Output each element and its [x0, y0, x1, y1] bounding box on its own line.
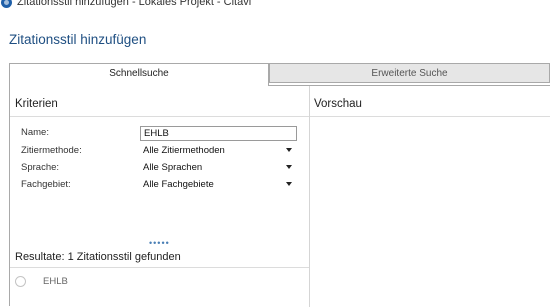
chevron-down-icon [286, 165, 292, 169]
preview-divider [310, 116, 550, 117]
name-input[interactable] [140, 126, 297, 141]
splitter-handle[interactable]: ••••• [149, 238, 170, 248]
criteria-heading: Kriterien [15, 98, 58, 110]
chevron-down-icon [286, 182, 292, 186]
name-label: Name: [21, 127, 49, 138]
result-label: EHLB [43, 275, 68, 287]
preview-heading: Vorschau [314, 98, 362, 110]
language-select-value: Alle Sprachen [143, 162, 203, 173]
field-select-value: Alle Fachgebiete [143, 179, 214, 190]
language-select[interactable]: Alle Sprachen [140, 160, 297, 175]
chevron-down-icon [286, 148, 292, 152]
field-label: Fachgebiet: [21, 179, 71, 190]
window-title: Zitationsstil hinzufügen - Lokales Proje… [17, 0, 252, 8]
search-tabs: Schnellsuche Erweiterte Suche [9, 63, 550, 86]
result-radio[interactable] [15, 275, 26, 287]
results-divider [10, 267, 309, 268]
method-label: Zitiermethode: [21, 145, 82, 156]
tab-panel: Kriterien Name: Zitiermethode: Alle Ziti… [9, 85, 550, 307]
tab-erweiterte-suche[interactable]: Erweiterte Suche [269, 63, 550, 83]
tab-schnellsuche[interactable]: Schnellsuche [9, 63, 269, 86]
results-heading: Resultate: 1 Zitationsstil gefunden [15, 251, 181, 263]
citavi-app-icon [1, 0, 12, 8]
list-item[interactable]: EHLB [15, 273, 68, 289]
field-select[interactable]: Alle Fachgebiete [140, 177, 297, 192]
language-label: Sprache: [21, 162, 60, 173]
preview-pane: Vorschau [309, 86, 550, 307]
window-titlebar: Zitationsstil hinzufügen - Lokales Proje… [0, 0, 550, 10]
criteria-divider [10, 116, 309, 117]
method-select-value: Alle Zitiermethoden [143, 145, 225, 156]
dialog-title: Zitationsstil hinzufügen [9, 32, 147, 47]
criteria-pane: Kriterien Name: Zitiermethode: Alle Ziti… [10, 86, 309, 307]
method-select[interactable]: Alle Zitiermethoden [140, 143, 297, 158]
